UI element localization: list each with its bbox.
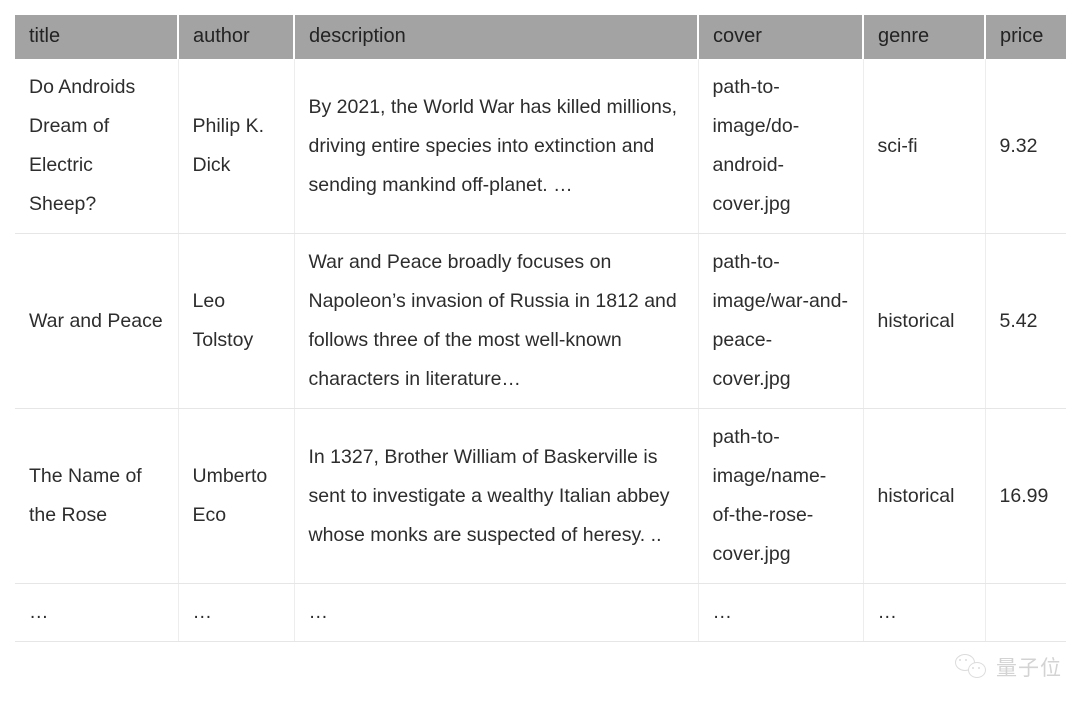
books-table: title author description cover genre pri…: [15, 15, 1066, 642]
cell-author: Philip K. Dick: [178, 59, 295, 234]
column-header-description[interactable]: description: [294, 15, 699, 59]
cell-genre: historical: [863, 233, 986, 409]
column-header-price[interactable]: price: [985, 15, 1066, 59]
column-header-author[interactable]: author: [178, 15, 295, 59]
cell-genre: historical: [863, 408, 986, 584]
cell-title: War and Peace: [15, 233, 179, 409]
cell-price: 9.32: [985, 59, 1066, 234]
cell-author: Umberto Eco: [178, 408, 295, 584]
cell-author: Leo Tolstoy: [178, 233, 295, 409]
cell-title-ellipsis: …: [15, 583, 179, 642]
cell-genre: sci-fi: [863, 59, 986, 234]
cell-cover: path-to-image/name-of-the-rose-cover.jpg: [698, 408, 864, 584]
cell-author-ellipsis: …: [178, 583, 295, 642]
cell-cover: path-to-image/do-android-cover.jpg: [698, 59, 864, 234]
cell-description: By 2021, the World War has killed millio…: [294, 59, 699, 234]
table-row: The Name of the Rose Umberto Eco In 1327…: [15, 408, 1066, 584]
cell-price-ellipsis: [985, 583, 1066, 642]
watermark-label: 量子位: [996, 656, 1062, 680]
table-row-truncation: … … … … …: [15, 583, 1066, 642]
column-header-genre[interactable]: genre: [863, 15, 986, 59]
wechat-bubbles-icon: [955, 653, 989, 681]
cell-price: 16.99: [985, 408, 1066, 584]
column-header-cover[interactable]: cover: [698, 15, 864, 59]
books-table-container: title author description cover genre pri…: [15, 15, 1066, 642]
cell-price: 5.42: [985, 233, 1066, 409]
cell-cover: path-to-image/war-and-peace-cover.jpg: [698, 233, 864, 409]
cell-genre-ellipsis: …: [863, 583, 986, 642]
table-row: War and Peace Leo Tolstoy War and Peace …: [15, 233, 1066, 409]
watermark: 量子位: [955, 652, 1062, 682]
cell-cover-ellipsis: …: [698, 583, 864, 642]
cell-description: War and Peace broadly focuses on Napoleo…: [294, 233, 699, 409]
cell-title: Do Androids Dream of Electric Sheep?: [15, 59, 179, 234]
table-header-row: title author description cover genre pri…: [15, 15, 1066, 59]
table-body: Do Androids Dream of Electric Sheep? Phi…: [15, 59, 1066, 642]
column-header-title[interactable]: title: [15, 15, 179, 59]
cell-description-ellipsis: …: [294, 583, 699, 642]
cell-description: In 1327, Brother William of Baskerville …: [294, 408, 699, 584]
table-row: Do Androids Dream of Electric Sheep? Phi…: [15, 59, 1066, 234]
table-header: title author description cover genre pri…: [15, 15, 1066, 59]
cell-title: The Name of the Rose: [15, 408, 179, 584]
